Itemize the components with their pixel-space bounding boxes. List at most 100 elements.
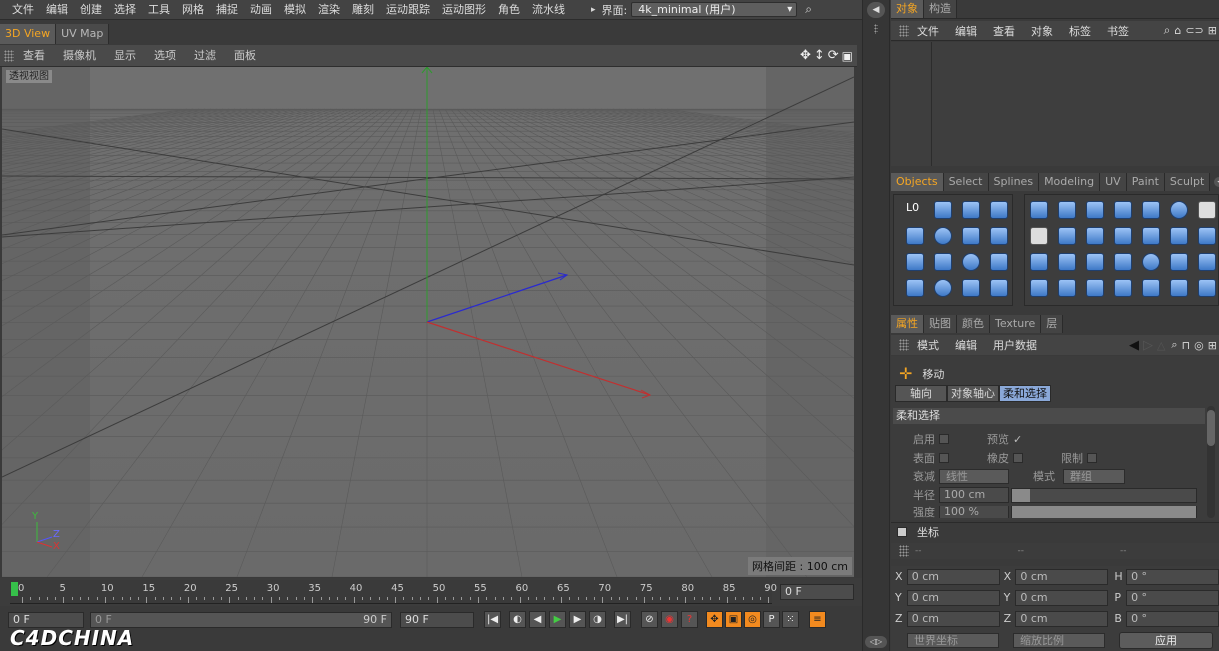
expand-arrows-icon[interactable]: ◁▷ <box>865 636 887 648</box>
obj-menu-bookmarks[interactable]: 书签 <box>1099 23 1137 39</box>
key-rotation-icon[interactable]: ◎ <box>744 611 761 628</box>
menu-create[interactable]: 创建 <box>74 0 108 20</box>
attr-tab-layer[interactable]: 层 <box>1041 314 1064 333</box>
key-position-icon[interactable]: ✥ <box>706 611 723 628</box>
timeline-menu-icon[interactable]: ≡ <box>809 611 826 628</box>
size-z-field[interactable]: 0 cm <box>1015 610 1109 627</box>
prev-key-button[interactable]: ◐ <box>509 611 526 628</box>
range-slider[interactable]: 0 F 90 F <box>90 611 392 628</box>
palette-tab-objects[interactable]: Objects <box>891 172 944 191</box>
attr-menu-mode[interactable]: 模式 <box>909 337 947 353</box>
sweep-icon[interactable] <box>1166 223 1192 249</box>
subtab-object-axis[interactable]: 对象轴心 <box>947 385 999 402</box>
go-to-end-button[interactable]: ▶| <box>614 611 631 628</box>
torus-icon[interactable] <box>958 249 984 275</box>
wrap-icon[interactable] <box>1054 275 1080 301</box>
ffd-icon[interactable] <box>1166 249 1192 275</box>
forward-arrow-icon[interactable]: ▷ <box>1143 338 1153 353</box>
disc-icon[interactable] <box>930 275 956 301</box>
attr-scroll-thumb[interactable] <box>1207 410 1215 446</box>
search-icon[interactable]: ⌕ <box>1171 338 1177 352</box>
menu-snap[interactable]: 捕捉 <box>210 0 244 20</box>
null-icon[interactable]: L0 <box>902 197 928 223</box>
symmetry-icon[interactable] <box>1082 223 1108 249</box>
rot-p-field[interactable]: 0 ° <box>1126 589 1219 606</box>
explode-icon[interactable] <box>1194 275 1219 301</box>
pan-icon[interactable]: ✥ <box>800 48 811 63</box>
home-icon[interactable]: ⌂ <box>1174 24 1181 37</box>
key-param-icon[interactable]: P <box>763 611 780 628</box>
palette-tab-modeling[interactable]: Modeling <box>1039 172 1101 191</box>
layout-select[interactable]: 4k_minimal (用户) <box>631 2 798 17</box>
palette-tab-select[interactable]: Select <box>943 172 989 191</box>
obj-menu-view[interactable]: 查看 <box>985 23 1023 39</box>
obj-menu-tags[interactable]: 标签 <box>1061 23 1099 39</box>
attr-scrollbar[interactable] <box>1207 406 1215 518</box>
attr-tab-texture[interactable]: Texture <box>990 314 1042 333</box>
viewport-3d[interactable]: 透视视图 Y Z X 网格间距 : 100 cm <box>2 67 854 577</box>
bend-icon[interactable] <box>1138 197 1164 223</box>
palette-tab-splines[interactable]: Splines <box>988 172 1040 191</box>
pos-y-field[interactable]: 0 cm <box>906 589 1000 606</box>
go-to-start-button[interactable]: |◀ <box>484 611 501 628</box>
tab-uv-map[interactable]: UV Map <box>56 24 110 44</box>
rot-h-field[interactable]: 0 ° <box>1126 568 1219 585</box>
fracture-icon[interactable] <box>1082 249 1108 275</box>
motion-record-icon[interactable]: ⊘ <box>641 611 658 628</box>
taper-icon[interactable] <box>1166 275 1192 301</box>
attr-tab-color[interactable]: 颜色 <box>957 314 990 333</box>
formula-icon[interactable] <box>1138 249 1164 275</box>
surface-checkbox[interactable] <box>939 453 949 463</box>
connect-icon[interactable] <box>1110 197 1136 223</box>
vp-menu-options[interactable]: 选项 <box>145 45 185 67</box>
dolly-icon[interactable]: ↕ <box>814 48 825 63</box>
attr-menu-userdata[interactable]: 用户数据 <box>985 337 1045 353</box>
timeline-ruler[interactable]: 0 5 10 15 20 25 30 35 40 45 50 55 60 65 70 75 80 85 90 <box>10 580 777 604</box>
autokey-icon[interactable]: ? <box>681 611 698 628</box>
vp-menu-display[interactable]: 显示 <box>105 45 145 67</box>
rot-b-field[interactable]: 0 ° <box>1126 610 1219 627</box>
tab-3d-view[interactable]: 3D View <box>0 24 57 44</box>
vp-menu-camera[interactable]: 摄像机 <box>54 45 105 67</box>
radius-slider[interactable] <box>1011 487 1197 503</box>
tabs-scroll-icon[interactable]: ◂▸ <box>1214 176 1219 187</box>
maximize-icon[interactable]: ▣ <box>842 49 853 63</box>
capsule-icon[interactable] <box>986 197 1012 223</box>
instance-icon[interactable] <box>1166 197 1192 223</box>
next-frame-button[interactable]: ▶ <box>569 611 586 628</box>
grip-icon[interactable] <box>899 545 909 557</box>
vp-menu-view[interactable]: 查看 <box>14 45 54 67</box>
strength-field[interactable]: 100 % <box>939 506 1009 518</box>
object-list[interactable] <box>891 42 1219 166</box>
palette-tab-paint[interactable]: Paint <box>1126 172 1165 191</box>
light-icon[interactable] <box>1138 275 1164 301</box>
spline-wrap-icon[interactable] <box>1082 275 1108 301</box>
new-window-icon[interactable]: ⊞ <box>1208 339 1217 352</box>
pos-z-field[interactable]: 0 cm <box>906 610 1000 627</box>
vp-menu-panel[interactable]: 面板 <box>225 45 265 67</box>
subdivision-icon[interactable] <box>1026 197 1052 223</box>
mode-dropdown[interactable]: 群组 <box>1063 468 1125 484</box>
tube-icon[interactable] <box>958 223 984 249</box>
pos-x-field[interactable]: 0 cm <box>906 568 1000 585</box>
link-icon[interactable]: ⊂⊃ <box>1185 24 1203 37</box>
vp-menu-filter[interactable]: 过滤 <box>185 45 225 67</box>
coord-system-dropdown[interactable]: 世界坐标 <box>907 632 999 648</box>
atom-icon[interactable] <box>1138 223 1164 249</box>
search-icon[interactable]: ⌕ <box>805 2 812 17</box>
strength-slider[interactable] <box>1011 506 1197 518</box>
oil-tank-icon[interactable] <box>986 223 1012 249</box>
target-icon[interactable]: ◎ <box>1194 339 1204 352</box>
back-arrow-icon[interactable]: ◀ <box>1129 338 1139 353</box>
mograph-icon[interactable] <box>1110 249 1136 275</box>
menu-sculpt[interactable]: 雕刻 <box>346 0 380 20</box>
shear-icon[interactable] <box>1110 275 1136 301</box>
pyramid-icon[interactable] <box>986 249 1012 275</box>
rotate-icon[interactable]: ⟳ <box>828 48 839 63</box>
attr-tab-attributes[interactable]: 属性 <box>891 314 924 333</box>
up-arrow-icon[interactable]: △ <box>1157 339 1165 352</box>
flag-icon[interactable] <box>1026 223 1052 249</box>
deformer-icon[interactable] <box>1054 249 1080 275</box>
obj-menu-edit[interactable]: 编辑 <box>947 23 985 39</box>
attr-menu-edit[interactable]: 编辑 <box>947 337 985 353</box>
